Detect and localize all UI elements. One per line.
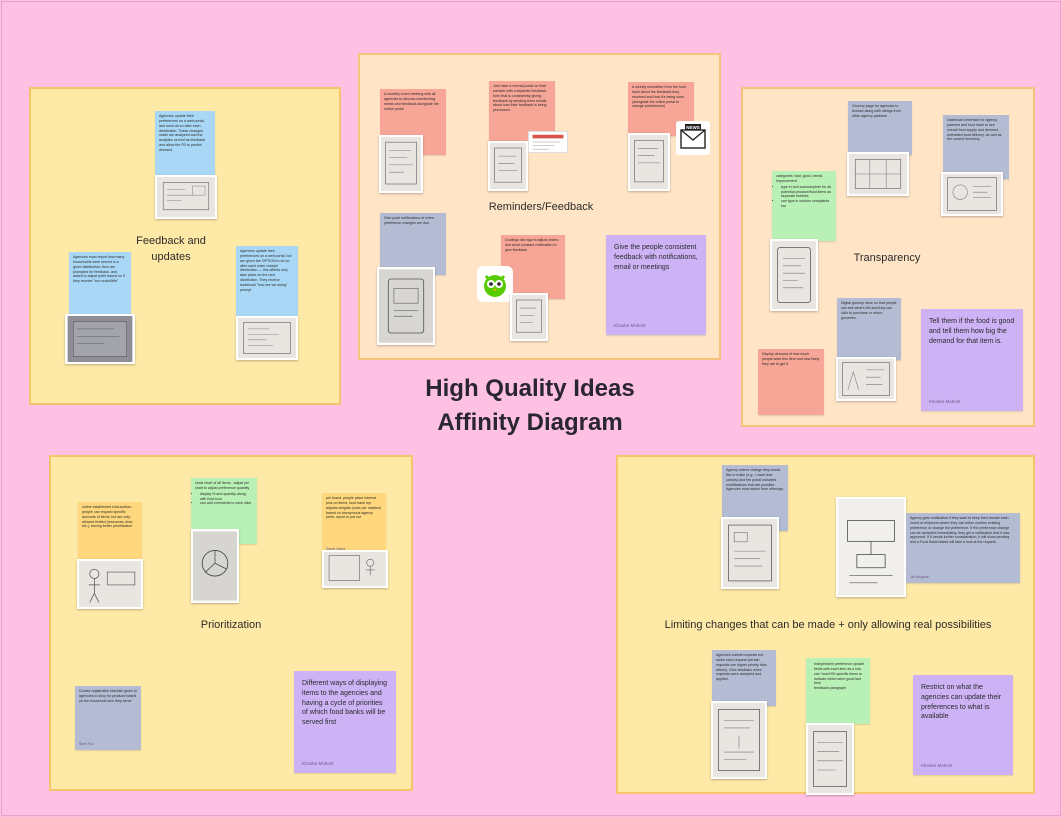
- main-title-line2: Affinity Diagram: [437, 409, 623, 437]
- note-author: Khusbn Mohost: [614, 322, 646, 328]
- summary-text: Different ways of displaying items to th…: [302, 680, 388, 727]
- sticky-note[interactable]: categories: bad, good, needs improvement…: [772, 171, 836, 241]
- sticky-note[interactable]: Display demand of how much people want t…: [758, 349, 824, 415]
- sketch-photo[interactable]: [191, 529, 239, 603]
- main-title: High Quality Ideas Affinity Diagram: [390, 372, 670, 440]
- summary-text: Tell them if the food is good and tell t…: [929, 318, 1015, 345]
- group-title: Reminders/Feedback: [488, 201, 594, 213]
- sketch-photo[interactable]: [377, 267, 435, 345]
- note-author: Jim Mcguire: [910, 575, 929, 580]
- note-text: categories: bad, good, needs improvement: [776, 174, 823, 183]
- summary-note[interactable]: Different ways of displaying items to th…: [294, 671, 396, 773]
- main-title-line1: High Quality Ideas: [425, 375, 635, 402]
- group-title: Limiting changes that can be made + only…: [664, 619, 992, 631]
- sketch-photo[interactable]: [65, 314, 135, 364]
- sticky-note[interactable]: Independent preference update fields wit…: [806, 658, 870, 724]
- sketch-photo[interactable]: [236, 316, 298, 360]
- sketch-photo[interactable]: [847, 152, 909, 196]
- sketch-photo[interactable]: [941, 172, 1003, 216]
- group-title: Transparency: [853, 252, 921, 264]
- sticky-note[interactable]: Agencies submit requests but ranks each …: [712, 650, 776, 706]
- sticky-note[interactable]: Agency gets notification if they want to…: [906, 513, 1020, 583]
- sketch-photo[interactable]: [77, 559, 143, 609]
- note-bullet: can add comments to each slice: [200, 501, 253, 506]
- group-title-line1: Feedback and: [136, 235, 206, 247]
- note-bullet: can 'heart'/00 specific items to indicat…: [814, 672, 866, 687]
- sticky-note[interactable]: Grocery page for agencies to browse alon…: [848, 101, 912, 155]
- summary-text: Restrict on what the agencies can update…: [921, 684, 1002, 721]
- note-author: Khusbn Mohost: [921, 762, 953, 768]
- summary-text: Give the people consistent feedback with…: [614, 244, 698, 271]
- note-text: Course registration blackish given to ag…: [79, 689, 137, 703]
- note-text: pin board, people place interest pins on…: [326, 496, 381, 520]
- email-form-thumbnail: [528, 131, 568, 153]
- sketch-photo[interactable]: [711, 701, 767, 779]
- group-transparency[interactable]: Transparency Grocery page for agencies t…: [741, 87, 1035, 427]
- sketch-photo[interactable]: [806, 723, 854, 795]
- sketch-photo[interactable]: [488, 141, 528, 191]
- sticky-note[interactable]: Agencies must report how many households…: [69, 252, 131, 314]
- note-bullet: can type in custom complaints too: [781, 199, 832, 209]
- newspaper-label: NEWS: [686, 125, 700, 130]
- note-bullet: type in and autocomplete for all potenti…: [781, 185, 832, 200]
- note-text: Display demand of how much people want t…: [762, 352, 820, 366]
- newspaper-icon: NEWS: [676, 121, 710, 155]
- sketch-photo[interactable]: [155, 175, 217, 219]
- note-author: Khusbn Mohost: [302, 760, 334, 766]
- note-author: Khusbn Mohost: [929, 398, 961, 404]
- sketch-photo[interactable]: [836, 497, 906, 597]
- sticky-note[interactable]: pin board, people place interest pins on…: [322, 493, 386, 555]
- sketch-photo[interactable]: [721, 517, 779, 589]
- sticky-note[interactable]: Digital grocery store so that people can…: [837, 298, 901, 360]
- sketch-photo[interactable]: [628, 133, 670, 191]
- group-limiting-changes[interactable]: Limiting changes that can be made + only…: [616, 455, 1035, 795]
- sketch-photo[interactable]: [836, 357, 896, 401]
- group-title: Feedback and updates: [131, 233, 211, 265]
- note-author: Steel Fox: [79, 742, 94, 747]
- sticky-note[interactable]: Course registration blackish given to ag…: [75, 686, 141, 750]
- group-reminders-feedback[interactable]: Reminders/Feedback A monthly zoom meetin…: [358, 53, 721, 360]
- sketch-photo[interactable]: [379, 135, 423, 193]
- summary-note[interactable]: Give the people consistent feedback with…: [606, 235, 706, 335]
- sticky-note[interactable]: Give push notifications of when preferen…: [380, 213, 446, 275]
- sketch-photo[interactable]: [770, 239, 818, 311]
- sticky-note[interactable]: Agencies update their preferences on a w…: [155, 111, 215, 175]
- group-prioritization[interactable]: Prioritization online established chat a…: [49, 455, 413, 791]
- group-title-line2: updates: [151, 251, 191, 263]
- note-bullet: display % and quantity along with food i…: [200, 492, 253, 502]
- summary-note[interactable]: Restrict on what the agencies can update…: [913, 675, 1013, 775]
- note-text: circle chart of all items - adjust pin c…: [195, 481, 250, 490]
- summary-note[interactable]: Tell them if the food is good and tell t…: [921, 309, 1023, 411]
- sketch-photo[interactable]: [322, 550, 388, 588]
- group-title: Prioritization: [200, 619, 262, 631]
- sticky-note[interactable]: Agencies update their preferences on a w…: [236, 246, 298, 316]
- group-feedback-updates[interactable]: Feedback and updates Agencies update the…: [29, 87, 341, 405]
- note-text: Agency gets notification if they want to…: [910, 516, 1010, 545]
- sketch-photo[interactable]: [510, 293, 548, 341]
- note-bullet: Independent preference update fields wit…: [814, 662, 866, 672]
- sticky-note[interactable]: Dashboard interface for agency partners …: [943, 115, 1009, 179]
- duolingo-owl-icon: [477, 266, 513, 302]
- note-bullet: feedback paragraph: [814, 686, 866, 691]
